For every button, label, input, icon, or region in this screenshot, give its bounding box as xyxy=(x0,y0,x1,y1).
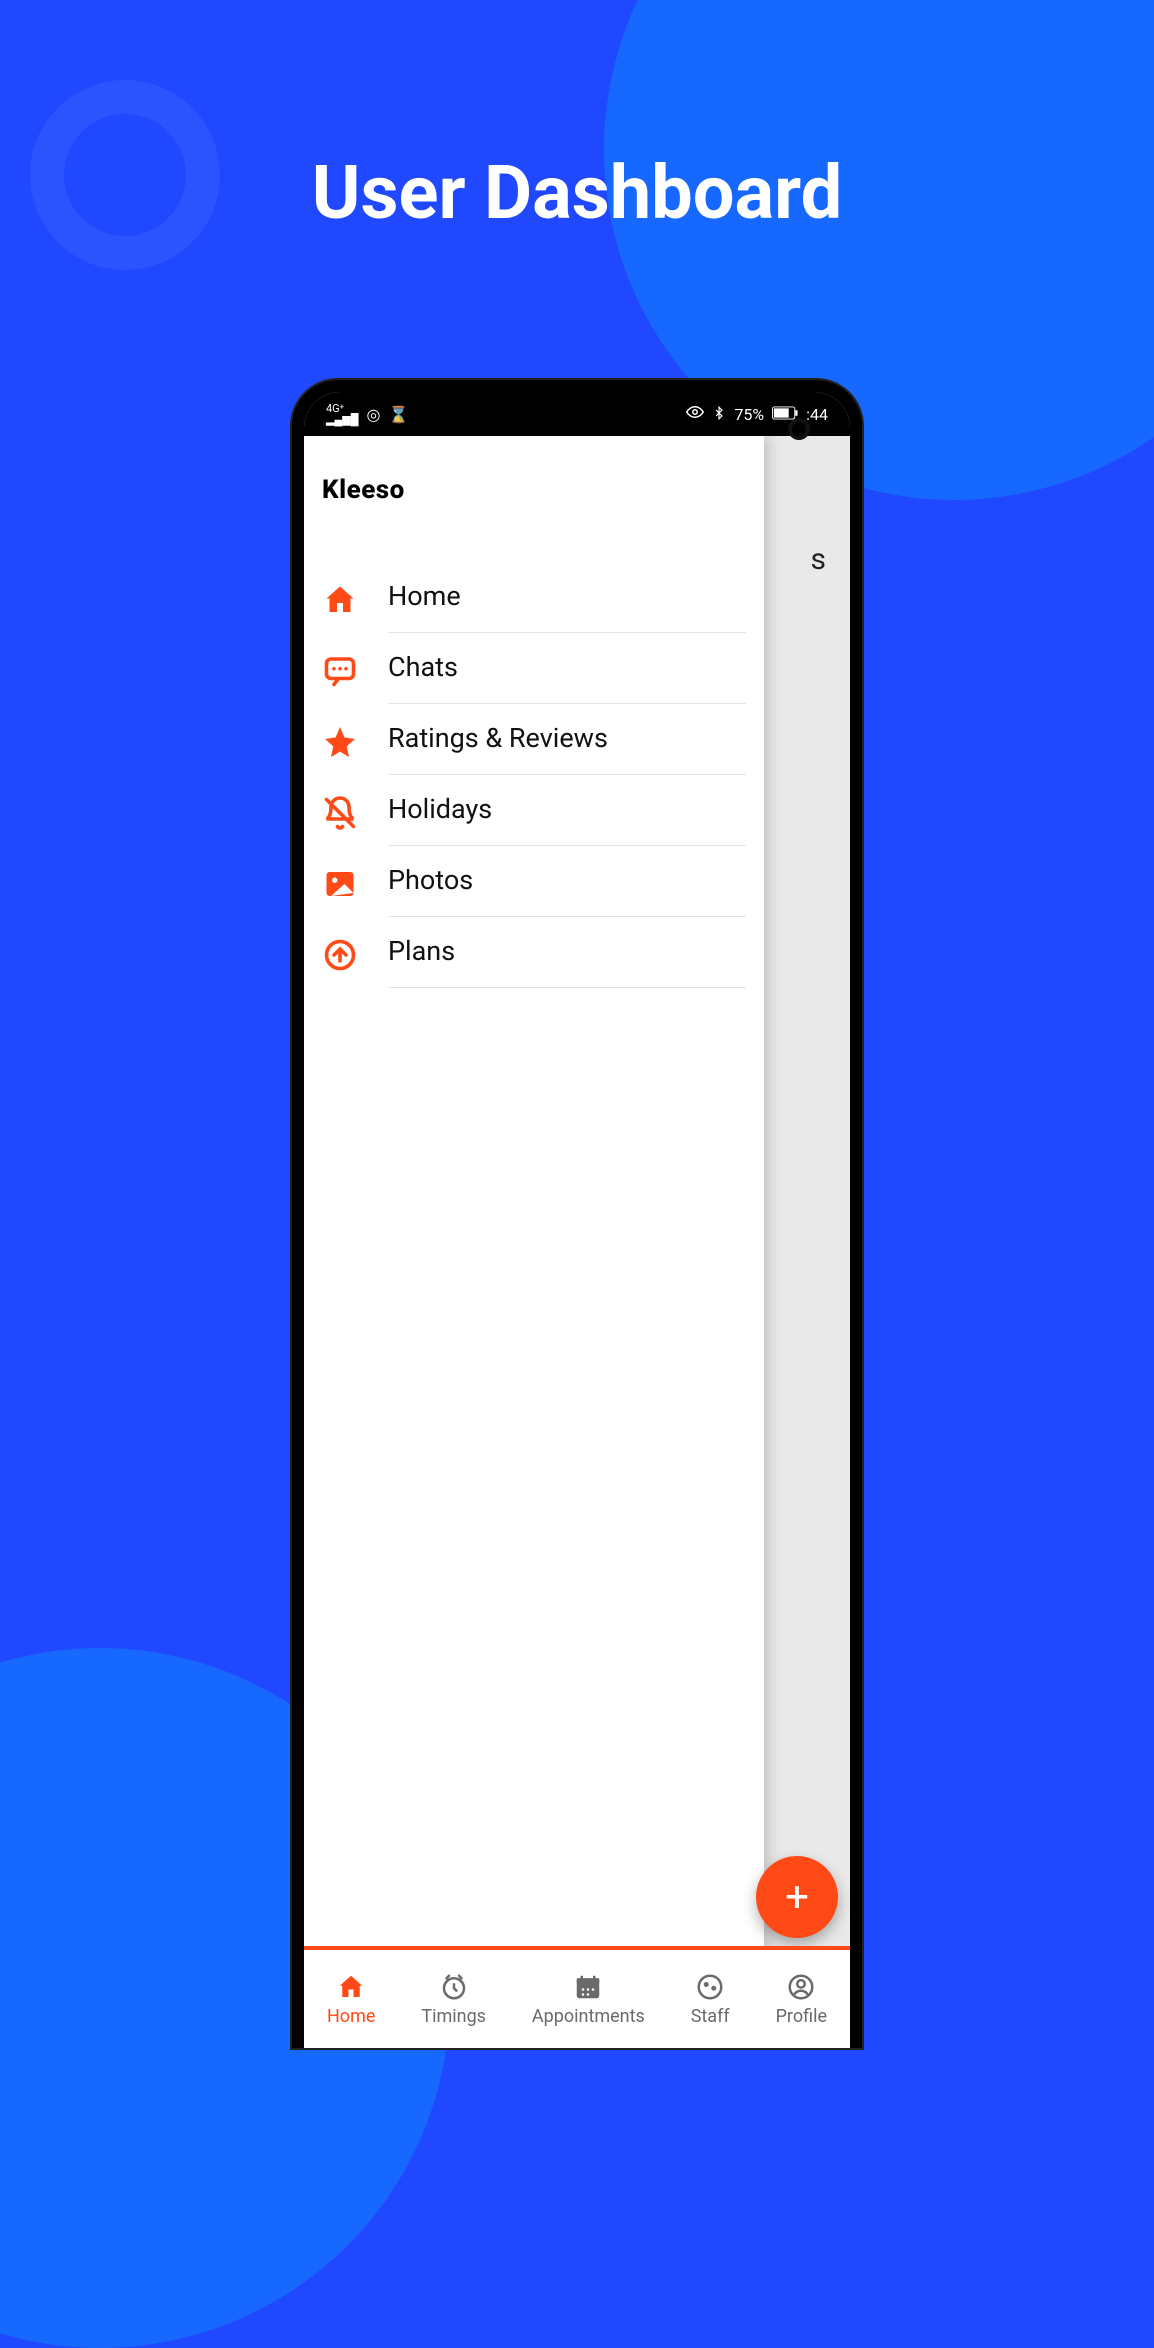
nav-drawer: Kleeso Home Chats xyxy=(304,436,764,2048)
drawer-item-label: Plans xyxy=(388,935,455,967)
signal-4g-icon: 4G⁺▂▄▆█ xyxy=(326,403,359,425)
nav-timings[interactable]: Timings xyxy=(421,1972,486,2027)
nav-profile[interactable]: Profile xyxy=(776,1972,827,2027)
drawer-item-home[interactable]: Home xyxy=(304,562,764,633)
nav-label: Profile xyxy=(776,2006,827,2027)
nav-label: Timings xyxy=(421,2006,486,2027)
image-icon xyxy=(322,866,358,902)
background-page-text-peek: s xyxy=(811,542,826,577)
camera-cutout xyxy=(788,418,810,440)
nav-label: Home xyxy=(327,2006,375,2027)
nav-home[interactable]: Home xyxy=(327,1972,375,2027)
status-clock: :44 xyxy=(806,405,828,424)
phone-screen: 4G⁺▂▄▆█ ◎ ⌛ 75% :44 s xyxy=(304,392,850,2048)
drawer-item-ratings[interactable]: Ratings & Reviews xyxy=(304,704,764,775)
drawer-header: Kleeso xyxy=(304,436,764,544)
phone-frame: 4G⁺▂▄▆█ ◎ ⌛ 75% :44 s xyxy=(292,380,862,2048)
home-icon xyxy=(322,582,358,618)
drawer-item-label: Holidays xyxy=(388,793,492,825)
status-left: 4G⁺▂▄▆█ ◎ ⌛ xyxy=(326,403,408,425)
eye-icon xyxy=(686,403,704,425)
bluetooth-icon xyxy=(712,405,726,424)
page-title: User Dashboard xyxy=(0,150,1154,237)
drawer-item-label: Ratings & Reviews xyxy=(388,722,608,754)
brand-logo: Kleeso xyxy=(322,475,405,505)
drawer-item-label: Chats xyxy=(388,651,458,683)
clock-icon xyxy=(439,1972,469,2002)
star-icon xyxy=(322,724,358,760)
drawer-menu: Home Chats Ratings & Reviews xyxy=(304,544,764,988)
nav-staff[interactable]: Staff xyxy=(691,1972,730,2027)
home-icon xyxy=(336,1972,366,2002)
staff-icon xyxy=(695,1972,725,2002)
plus-icon: + xyxy=(785,1873,809,1922)
chat-icon xyxy=(322,653,358,689)
arrow-up-circle-icon xyxy=(322,937,358,973)
drawer-item-chats[interactable]: Chats xyxy=(304,633,764,704)
battery-percent: 75% xyxy=(734,405,764,424)
status-bar: 4G⁺▂▄▆█ ◎ ⌛ 75% :44 xyxy=(304,392,850,436)
profile-icon xyxy=(786,1972,816,2002)
calendar-icon xyxy=(573,1972,603,2002)
bell-off-icon xyxy=(322,795,358,831)
bottom-nav: Home Timings Appointments xyxy=(304,1946,850,2048)
nav-label: Staff xyxy=(691,2006,730,2027)
fab-add-button[interactable]: + xyxy=(756,1856,838,1938)
drawer-item-plans[interactable]: Plans xyxy=(304,917,764,988)
hourglass-icon: ⌛ xyxy=(388,405,408,424)
drawer-item-holidays[interactable]: Holidays xyxy=(304,775,764,846)
app-body: s + Kleeso Home xyxy=(304,436,850,2048)
hotspot-icon: ◎ xyxy=(367,405,381,424)
nav-appointments[interactable]: Appointments xyxy=(532,1972,645,2027)
nav-label: Appointments xyxy=(532,2006,645,2027)
drawer-item-label: Photos xyxy=(388,864,473,896)
drawer-item-label: Home xyxy=(388,580,461,612)
drawer-item-photos[interactable]: Photos xyxy=(304,846,764,917)
